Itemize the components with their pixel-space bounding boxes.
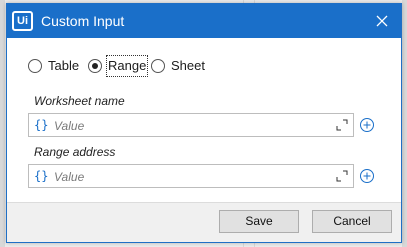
cancel-button[interactable]: Cancel [312,210,392,233]
expression-icon: {} [34,118,49,132]
radio-circle [88,59,102,73]
source-type-radio-group: Table Range Sheet [28,55,328,77]
add-range-address-button[interactable] [359,168,375,184]
background-panel-right [402,0,407,247]
range-address-input[interactable]: {} Value [28,164,354,188]
worksheet-name-input[interactable]: {} Value [28,113,354,137]
radio-label: Sheet [171,58,205,73]
uipath-logo: Ui [12,11,33,31]
save-button[interactable]: Save [219,210,299,233]
worksheet-name-label: Worksheet name [34,94,125,108]
radio-selected-dot [92,63,98,69]
radio-label: Range [105,55,149,77]
radio-circle [151,59,165,73]
worksheet-name-placeholder: Value [54,119,85,133]
expression-icon: {} [34,169,49,183]
radio-label: Table [48,58,80,73]
range-address-label: Range address [34,145,116,159]
add-worksheet-name-button[interactable] [359,117,375,133]
title-bar: Ui Custom Input [7,4,401,38]
close-icon [376,15,388,27]
background-panel-left [0,0,5,247]
range-address-placeholder: Value [54,170,85,184]
expand-icon[interactable] [336,170,348,182]
radio-circle [28,59,42,73]
expand-icon[interactable] [336,119,348,131]
dialog-title: Custom Input [41,13,125,29]
custom-input-dialog: Ui Custom Input Table Range Sheet Worksh… [6,3,402,243]
close-button[interactable] [373,12,391,30]
dialog-footer: Save Cancel [7,202,401,242]
